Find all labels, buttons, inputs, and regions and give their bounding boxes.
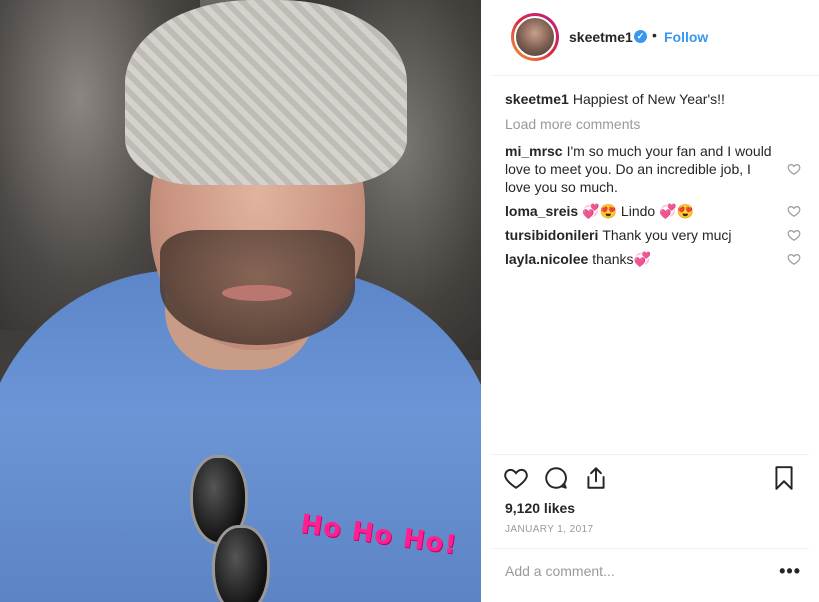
heart-icon[interactable]	[503, 465, 529, 491]
comment-text: 💞😍 Lindo 💞😍	[582, 203, 694, 219]
avatar[interactable]	[514, 16, 556, 58]
mouth	[222, 285, 292, 301]
caption-text: Happiest of New Year's!!	[572, 91, 725, 107]
more-options-button[interactable]: •••	[779, 561, 801, 582]
list-item: tursibidonileri Thank you very mucj	[505, 226, 801, 244]
follow-button[interactable]: Follow	[664, 29, 708, 45]
comment-username[interactable]: tursibidonileri	[505, 227, 598, 243]
bookmark-icon[interactable]	[771, 465, 797, 491]
caption-username[interactable]: skeetme1	[505, 91, 569, 107]
post-photo[interactable]: Ho Ho Ho!	[0, 0, 481, 602]
comments-section: skeetme1 Happiest of New Year's!! Load mo…	[505, 90, 801, 274]
separator-dot: •	[652, 27, 657, 43]
likes-count[interactable]: 9,120 likes	[505, 500, 575, 516]
heart-icon[interactable]	[787, 228, 801, 242]
story-ring[interactable]	[511, 13, 559, 61]
comment-text: Thank you very mucj	[602, 227, 732, 243]
comment-username[interactable]: layla.nicolee	[505, 251, 588, 267]
post-header: skeetme1 ✓ • Follow	[491, 0, 819, 76]
post-details-panel: skeetme1 ✓ • Follow skeetme1 Happiest of …	[481, 0, 819, 602]
heart-icon[interactable]	[787, 204, 801, 218]
knit-beanie	[125, 0, 407, 185]
heart-icon[interactable]	[787, 162, 801, 176]
comment-text: thanks💞	[592, 251, 651, 267]
add-comment-bar: •••	[491, 548, 809, 596]
sunglasses	[190, 455, 285, 602]
load-more-comments-button[interactable]: Load more comments	[505, 116, 797, 132]
heart-icon[interactable]	[787, 252, 801, 266]
list-item: loma_sreis 💞😍 Lindo 💞😍	[505, 202, 801, 220]
comment-input[interactable]	[505, 563, 755, 579]
sunglasses-lens	[212, 525, 270, 602]
action-bar	[491, 454, 809, 490]
list-item: layla.nicolee thanks💞	[505, 250, 801, 268]
caption: skeetme1 Happiest of New Year's!!	[505, 90, 797, 108]
comment-icon[interactable]	[543, 465, 569, 491]
comment-username[interactable]: loma_sreis	[505, 203, 578, 219]
header-username[interactable]: skeetme1	[569, 29, 633, 45]
comment-username[interactable]: mi_mrsc	[505, 143, 563, 159]
list-item: mi_mrsc I'm so much your fan and I would …	[505, 142, 801, 196]
post-date[interactable]: JANUARY 1, 2017	[505, 524, 593, 535]
verified-badge-icon: ✓	[634, 30, 647, 43]
share-icon[interactable]	[583, 465, 609, 491]
